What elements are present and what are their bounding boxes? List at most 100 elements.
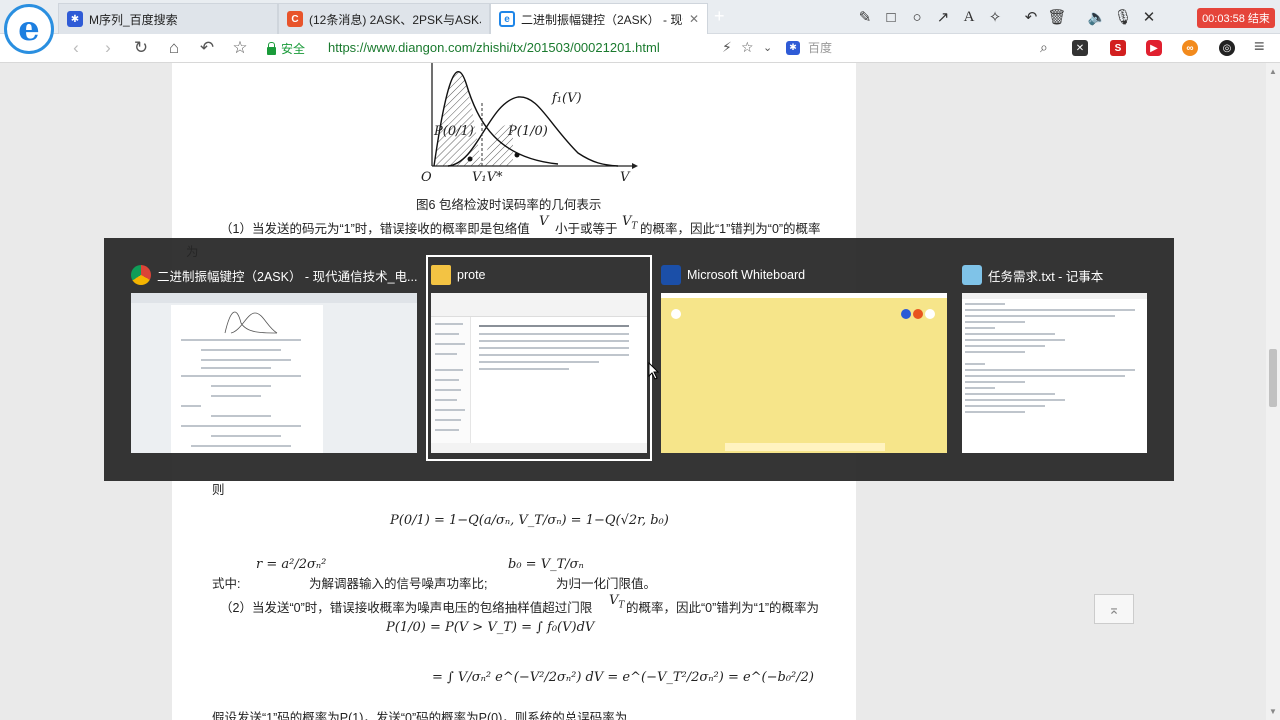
notepad-icon	[962, 265, 982, 285]
microphone-icon[interactable]: 🎙	[1112, 6, 1134, 28]
magic-wand-icon[interactable]: ✧	[984, 6, 1006, 28]
paragraph-3: 假设发送“1”码的概率为P(1)，发送“0”码的概率为P(0)，则系统的总误码率…	[212, 711, 628, 720]
search-icon[interactable]: ⌕	[1040, 39, 1048, 56]
tab-strip: ✱ M序列_百度搜索 C (12条消息) 2ASK、2PSK与ASK、P e 二…	[0, 0, 1280, 34]
home-icon[interactable]: ⌂	[162, 37, 186, 59]
text-icon[interactable]: A	[958, 6, 980, 28]
where-label: 式中:	[212, 577, 241, 591]
window-title-row: prote	[431, 260, 647, 290]
b0-description: 为归一化门限值。	[556, 577, 657, 591]
formula-b0: b₀ = V_T/σₙ	[508, 557, 584, 572]
menu-icon[interactable]: ≡	[1254, 36, 1265, 57]
figure-label-p10: P(1/0)	[508, 124, 548, 139]
tab-diangon[interactable]: e 二进制振幅键控（2ASK） - 现代 ✕	[490, 3, 708, 34]
tab-csdn[interactable]: C (12条消息) 2ASK、2PSK与ASK、P	[278, 3, 490, 34]
scrollbar-thumb[interactable]	[1269, 349, 1277, 407]
window-thumbnail	[661, 293, 947, 453]
trash-icon[interactable]: 🗑	[1046, 6, 1068, 28]
extension-s-icon[interactable]: S	[1110, 40, 1126, 56]
formula-p10: P(1/0) = P(V > V_T) = ∫ f₀(V)dV	[386, 620, 595, 635]
switcher-window-notepad[interactable]: 任务需求.txt - 记事本	[962, 260, 1147, 456]
window-title: 二进制振幅键控（2ASK） - 现代通信技术_电...	[157, 269, 417, 284]
search-input[interactable]: ✱ 百度	[786, 39, 832, 56]
mouse-cursor-icon	[648, 362, 660, 380]
url-field[interactable]: https://www.diangon.com/zhishi/tx/201503…	[328, 40, 660, 55]
folder-icon	[431, 265, 451, 285]
formula-integral: = ∫ V/σₙ² e^(−V²/2σₙ²) dV = e^(−V_T²/2σₙ…	[432, 670, 814, 685]
security-indicator[interactable]: 安全	[267, 40, 305, 57]
paragraph-2b: 的概率，因此“0”错判为“1”的概率为	[626, 601, 820, 615]
window-thumbnail	[431, 293, 647, 453]
window-title: prote	[457, 268, 486, 282]
formula-r: r = a²/2σₙ²	[256, 557, 327, 572]
refresh-icon[interactable]: ↻	[129, 37, 153, 59]
browser-logo-icon: e	[4, 4, 54, 54]
paragraph-1a: （1）当发送的码元为“1”时，错误接收的概率即是包络值	[220, 222, 530, 236]
undo-close-icon[interactable]: ↶	[195, 37, 219, 59]
page-scrollbar[interactable]: ▲ ▼	[1266, 63, 1280, 720]
close-tab-icon[interactable]: ✕	[683, 12, 699, 26]
baidu-paw-icon: ✱	[67, 11, 83, 27]
csdn-icon: C	[287, 11, 303, 27]
ie-icon: e	[499, 11, 515, 27]
paragraph-1c: 的概率，因此“1”错判为“0”的概率	[640, 222, 821, 236]
favorite-star-icon[interactable]: ☆	[228, 37, 252, 59]
figure-label-f1: f₁(V)	[552, 91, 582, 106]
window-thumbnail	[131, 293, 417, 453]
window-title-row: Microsoft Whiteboard	[661, 260, 947, 290]
extension-orange-icon[interactable]: ∞	[1182, 40, 1198, 56]
chrome-icon	[131, 265, 151, 285]
forward-icon[interactable]: ›	[96, 37, 120, 59]
search-placeholder: 百度	[808, 41, 833, 55]
recording-timer[interactable]: 00:03:58 结束	[1197, 8, 1275, 28]
tab-baidu-search[interactable]: ✱ M序列_百度搜索	[58, 3, 278, 34]
lock-icon	[267, 41, 276, 55]
tab-label: (12条消息) 2ASK、2PSK与ASK、P	[309, 12, 481, 27]
switcher-window-explorer[interactable]: prote	[426, 255, 652, 461]
new-tab-button[interactable]: +	[714, 6, 725, 27]
rectangle-icon[interactable]: □	[880, 6, 902, 28]
paragraph-1b: 小于或等于	[555, 222, 618, 236]
symbol-vt-2: VT	[609, 593, 625, 611]
bookmark-star-icon[interactable]: ☆	[741, 39, 754, 56]
close-icon[interactable]: ✕	[1138, 6, 1160, 28]
figure-label-vt: V₁V*	[472, 170, 503, 185]
symbol-vt: VT	[622, 214, 638, 232]
tab-label: M序列_百度搜索	[89, 12, 178, 27]
scroll-up-icon[interactable]: ▲	[1269, 67, 1277, 76]
circle-icon[interactable]: ○	[906, 6, 928, 28]
window-title-row: 任务需求.txt - 记事本	[962, 260, 1147, 290]
window-title: 任务需求.txt - 记事本	[988, 269, 1104, 284]
paragraph-2a: （2）当发送“0”时，错误接收概率为噪声电压的包络抽样值超过门限	[220, 601, 593, 615]
undo-icon[interactable]: ↶	[1020, 6, 1042, 28]
then-label: 则	[212, 483, 225, 497]
figure-label-p01: P(0/1)	[434, 124, 474, 139]
switcher-window-chrome[interactable]: 二进制振幅键控（2ASK） - 现代通信技术_电...	[131, 260, 417, 456]
annotation-toolbar: ✎ □ ○ ↗ A ✧ ↶ 🗑 🔈 🎙 ✕	[854, 6, 1164, 28]
chevron-down-icon[interactable]: ⌄	[763, 41, 772, 54]
pen-icon[interactable]: ✎	[854, 6, 876, 28]
extension-dark-icon[interactable]: ◎	[1219, 40, 1235, 56]
window-title: Microsoft Whiteboard	[687, 268, 806, 282]
figure-caption: 图6 包络检波时误码率的几何表示	[416, 198, 602, 212]
extension-x-icon[interactable]: ✕	[1072, 40, 1088, 56]
lightning-icon[interactable]: ⚡	[722, 39, 732, 56]
speaker-icon[interactable]: 🔈	[1086, 6, 1108, 28]
switcher-window-whiteboard[interactable]: Microsoft Whiteboard	[661, 260, 947, 456]
r-description: 为解调器输入的信号噪声功率比;	[309, 577, 488, 591]
scroll-down-icon[interactable]: ▼	[1269, 707, 1277, 716]
back-icon[interactable]: ‹	[64, 37, 88, 59]
video-extension-icon[interactable]: ▶	[1146, 40, 1162, 56]
baidu-icon: ✱	[786, 40, 800, 55]
figure-label-origin: O	[421, 170, 432, 185]
window-thumbnail	[962, 293, 1147, 453]
arrow-icon[interactable]: ↗	[932, 6, 954, 28]
figure-label-v: V	[620, 170, 630, 185]
formula-p01: P(0/1) = 1−Q(a/σₙ, V_T/σₙ) = 1−Q(√2r, b₀…	[390, 513, 669, 528]
back-to-top-button[interactable]: ⌅	[1094, 594, 1134, 624]
navigation-bar: ‹ › ↻ ⌂ ↶ ☆ 安全 https://www.diangon.com/z…	[0, 34, 1280, 63]
whiteboard-icon	[661, 265, 681, 285]
window-title-row: 二进制振幅键控（2ASK） - 现代通信技术_电...	[131, 260, 417, 290]
task-switcher: 二进制振幅键控（2ASK） - 现代通信技术_电... prote Micros…	[104, 238, 1174, 481]
symbol-v: V	[539, 214, 549, 229]
